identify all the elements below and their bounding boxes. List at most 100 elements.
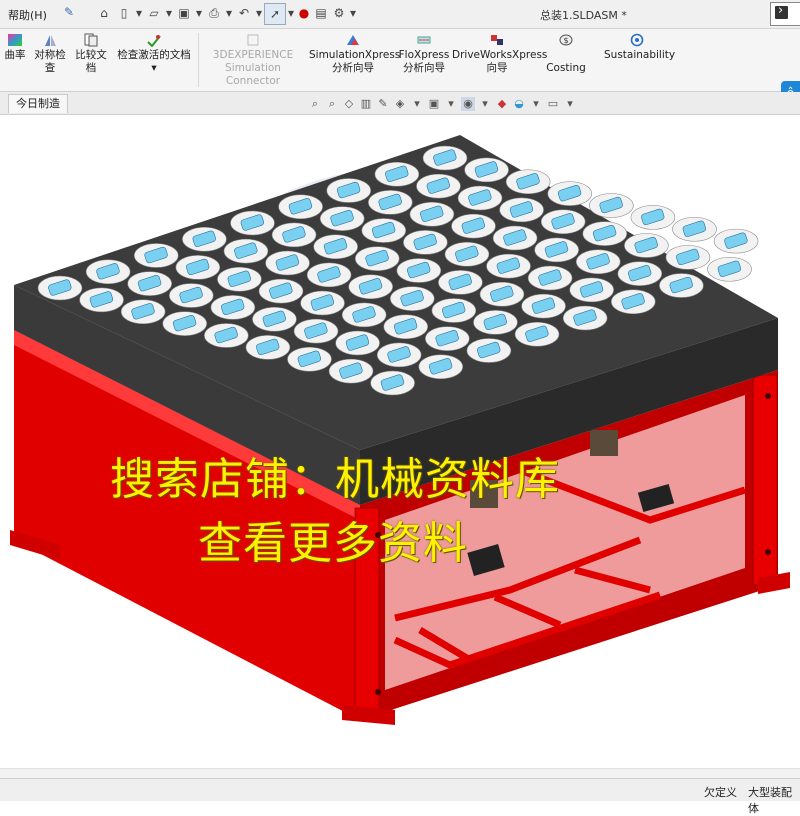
command-search-icon[interactable] [770,2,800,26]
tray-cup [479,281,525,307]
chevron-down-icon[interactable]: ▾ [563,97,577,111]
tray-cup [230,210,275,236]
file-properties-icon[interactable]: ▤ [312,3,330,23]
tray-cup [707,256,752,282]
ribbon-button-simulationxpress[interactable]: SimulationXpress 分析向导 [309,33,401,75]
graphics-area[interactable]: 搜索店铺：机械资料库 查看更多资料 [0,115,800,778]
view-settings-monitor-icon[interactable]: ▭ [546,97,560,111]
tray-cup [409,201,455,227]
status-large-assembly: 大型装配体 [748,786,792,815]
tray-cup [204,323,249,348]
chevron-down-icon[interactable]: ▾ [151,62,156,74]
ribbon-button-symmetry-check[interactable]: 对称检 查 [30,33,70,75]
chevron-down-icon[interactable]: ▾ [444,97,458,111]
3dexperience-icon [247,34,259,46]
tray-cup [368,190,413,215]
tray-cup [451,213,496,239]
chevron-down-icon[interactable]: ▾ [410,97,424,111]
home-icon[interactable]: ⌂ [94,3,114,23]
tray-cup [473,310,518,335]
tray-cup [328,358,374,384]
chevron-down-icon[interactable]: ▾ [224,3,234,23]
hide-show-items-icon[interactable]: ◉ [461,97,475,111]
tray-cup [527,265,573,291]
ribbon-button-sustainability[interactable]: Sustainability [604,33,675,62]
tray-cup [182,226,227,252]
tray-cup [127,271,173,296]
undo-icon[interactable]: ↶ [234,3,254,23]
tray-cup [486,253,531,279]
ribbon-button-check-active-document[interactable]: 检查激活的文档 ▾ [112,33,196,75]
tray-cup [258,278,304,304]
tab-make-today[interactable]: 今日制造 [8,94,68,113]
chevron-down-icon[interactable]: ▾ [134,3,144,23]
tray-cup [210,295,256,320]
previous-view-icon[interactable]: ◇ [342,97,356,111]
select-cursor-icon[interactable]: ➚ [264,3,286,25]
tray-cup [582,221,628,246]
driveworksxpress-icon [491,35,503,45]
save-icon[interactable]: ▣ [174,3,194,23]
help-menu[interactable]: 帮助(H) [8,7,47,23]
tray-cup [659,273,704,298]
ribbon-button-curvature[interactable]: 曲率 [2,33,28,62]
tray-cup [120,299,166,325]
tray-cup [505,169,551,195]
print-icon[interactable]: ⎙ [204,3,224,23]
tray-cup [547,181,593,206]
chevron-down-icon[interactable]: ▾ [194,3,204,23]
tray-cup [624,233,669,258]
tray-cup [223,238,269,264]
tray-cup [175,255,221,280]
watermark-line-1: 搜索店铺：机械资料库 [110,454,560,505]
new-file-icon[interactable]: ▯ [114,3,134,23]
chevron-down-icon[interactable]: ▾ [286,3,296,23]
tray-cup [168,283,214,308]
rebuild-traffic-light-icon[interactable]: ● [296,3,312,23]
tray-cup [499,197,544,223]
tray-cup [521,293,566,319]
tray-cup [444,241,490,267]
ribbon-label: 曲率 [4,49,26,61]
zoom-to-fit-icon[interactable]: ⌕ [308,97,322,111]
tray-cup [326,178,372,203]
chevron-down-icon[interactable]: ▾ [529,97,543,111]
tray-cup [589,193,634,218]
open-folder-icon[interactable]: ▱ [144,3,164,23]
ribbon-button-floxpress[interactable]: FloXpress 分析向导 [398,33,450,75]
tray-cup [562,305,608,331]
section-view-icon[interactable]: ▥ [359,97,373,111]
status-definition: 欠定义 [704,786,737,799]
check-active-doc-icon [147,35,161,47]
dynamic-annotation-icon[interactable]: ✎ [376,97,390,111]
ribbon-button-compare-documents[interactable]: 比较文 档 [72,33,110,75]
display-style-icon[interactable]: ▣ [427,97,441,111]
chevron-down-icon[interactable]: ▾ [164,3,174,23]
tray-cup [300,290,345,316]
chevron-down-icon[interactable]: ▾ [348,3,358,23]
edit-appearance-icon[interactable]: ◆ [495,97,509,111]
quick-access-toolbar: ⌂ ▯ ▾ ▱ ▾ ▣ ▾ ⎙ ▾ ↶ ▾ ➚ ▾ ● ▤ ⚙ ▾ [94,3,358,25]
chevron-down-icon[interactable]: ▾ [254,3,264,23]
pin-icon[interactable]: ✎ [64,5,74,19]
tray-cup [514,321,560,347]
ribbon-button-driveworksxpress[interactable]: DriveWorksXpress 向导 [452,33,547,75]
tray-cup [265,250,310,276]
tray-cup [306,262,352,288]
ribbon-label: SimulationXpress [309,49,401,61]
ribbon-button-3dexperience-simulation-connector: 3DEXPERIENCE Simulation Connector [200,33,306,88]
ribbon-label: 分析向导 [332,62,374,74]
ribbon-label: 3DEXPERIENCE [212,49,294,61]
tray-cup [361,218,407,243]
ribbon-label: 比较文 [75,49,107,61]
ribbon-button-costing[interactable]: $ Costing [544,33,588,75]
gear-icon[interactable]: ⚙ [330,3,348,23]
simulationxpress-icon [347,35,359,45]
view-orientation-icon[interactable]: ◈ [393,97,407,111]
tray-cup [438,270,483,295]
zoom-area-icon[interactable]: ⌕ [325,97,339,111]
tray-cup [617,261,663,286]
chevron-down-icon[interactable]: ▾ [478,97,492,111]
apply-scene-icon[interactable]: ◒ [512,97,526,111]
tray-cup [341,302,387,328]
